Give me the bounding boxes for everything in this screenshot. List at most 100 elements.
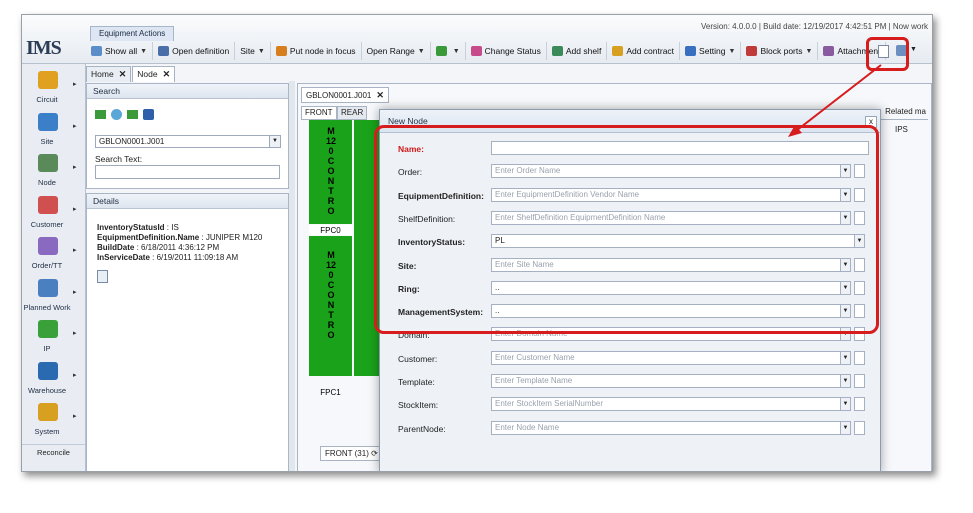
field-input[interactable]: Enter Template Name bbox=[491, 374, 841, 388]
detail-key: EquipmentDefinition.Name bbox=[97, 233, 200, 242]
tab-front-count[interactable]: FRONT (31) ⟳ bbox=[320, 446, 383, 461]
detail-line: InventoryStatusId : IS bbox=[97, 223, 288, 233]
nav-item-order-tt[interactable]: Order/TT ▸ bbox=[22, 234, 85, 275]
chevron-down-icon[interactable]: ▼ bbox=[453, 48, 460, 55]
ribbon-button-add-shelf[interactable]: Add shelf bbox=[547, 42, 608, 60]
fpc1-label: FPC1 bbox=[309, 387, 352, 397]
ribbon-button-setting[interactable]: Setting ▼ bbox=[680, 42, 742, 60]
chevron-down-icon[interactable]: ▼ bbox=[729, 48, 736, 55]
chevron-right-icon: ▸ bbox=[73, 330, 77, 337]
chevron-right-icon: ▸ bbox=[73, 81, 77, 88]
chevron-down-icon[interactable]: ▼ bbox=[840, 397, 851, 412]
nav-item-label: Warehouse bbox=[27, 385, 67, 395]
ribbon-button-show-all[interactable]: Show all ▼ bbox=[86, 42, 154, 60]
tools-dropdown-icon[interactable]: ▼ bbox=[910, 46, 917, 53]
node-search-icon[interactable] bbox=[95, 110, 106, 119]
field-row-stockitem: StockItem: Enter StockItem SerialNumber ▼ bbox=[398, 396, 868, 414]
node-select-value: GBLON0001.J001 bbox=[99, 137, 165, 146]
nav-item-customer[interactable]: Customer ▸ bbox=[22, 193, 85, 234]
lookup-icon[interactable] bbox=[854, 350, 865, 365]
chevron-down-icon[interactable]: ▼ bbox=[418, 48, 425, 55]
rack-slot-2[interactable]: M120CONTRO bbox=[309, 236, 352, 376]
lookup-icon[interactable] bbox=[854, 420, 865, 435]
field-input[interactable]: Enter Customer Name bbox=[491, 350, 841, 365]
ribbon-button-label: Add shelf bbox=[565, 46, 602, 56]
chevron-down-icon[interactable]: ▼ bbox=[258, 48, 265, 55]
nav-item-reconcile[interactable]: Reconcile bbox=[22, 444, 85, 460]
node-icon bbox=[38, 154, 58, 172]
refresh-icon[interactable] bbox=[111, 109, 122, 120]
chevron-down-icon[interactable]: ▼ bbox=[840, 374, 851, 388]
setting-icon bbox=[685, 46, 697, 56]
ips-tab[interactable]: IPS bbox=[895, 125, 908, 134]
tab-node[interactable]: Node ✕ bbox=[132, 66, 176, 82]
ribbon-button-add-contract[interactable]: Add contract bbox=[607, 42, 681, 60]
tab-rear[interactable]: REAR bbox=[337, 106, 368, 120]
fpc0-label: FPC0 bbox=[309, 225, 352, 235]
detail-value: : IS bbox=[164, 223, 179, 232]
ribbon-button-block-ports[interactable]: Block ports ▼ bbox=[741, 42, 819, 60]
field-label: Customer: bbox=[398, 353, 438, 364]
chevron-down-icon[interactable]: ▼ bbox=[840, 350, 851, 365]
rack-slot-1[interactable]: M120CONTRO bbox=[309, 120, 352, 224]
nav-item-label: System bbox=[34, 427, 60, 436]
document-icon[interactable] bbox=[97, 270, 108, 283]
chevron-right-icon: ▸ bbox=[73, 288, 77, 296]
search-panel: Search GBLON0001.J001 ▼ Search Text: bbox=[86, 83, 289, 189]
chevron-right-icon: ▸ bbox=[73, 371, 77, 379]
nav-item-node[interactable]: Node ▸ bbox=[22, 151, 85, 192]
ribbon-button-open-definition[interactable]: Open definition bbox=[153, 42, 236, 60]
highlight-box bbox=[374, 125, 879, 334]
tab-node-view[interactable]: GBLON0001.J001 ✕ bbox=[301, 87, 389, 103]
search-text-label: Search Text: bbox=[95, 154, 143, 164]
add-shelf-icon bbox=[551, 46, 563, 56]
node-select[interactable]: GBLON0001.J001 ▼ bbox=[95, 135, 281, 148]
ribbon-button-change-status[interactable]: Change Status bbox=[466, 42, 547, 60]
binoculars-icon[interactable] bbox=[143, 109, 154, 120]
ribbon-button-label: Add contract bbox=[626, 46, 675, 56]
rack-label: M120CONTRO bbox=[326, 126, 337, 216]
nav-item-site[interactable]: Site ▸ bbox=[22, 110, 85, 151]
chevron-down-icon[interactable]: ▼ bbox=[840, 420, 851, 435]
detail-value: : 6/18/2011 4:36:12 PM bbox=[134, 243, 220, 252]
close-icon[interactable]: ✕ bbox=[163, 69, 171, 79]
nav-item-circuit[interactable]: Circuit ▸ bbox=[22, 68, 85, 109]
arrow-icon[interactable] bbox=[127, 110, 138, 119]
add-contract-icon bbox=[612, 46, 624, 56]
close-icon[interactable]: ✕ bbox=[119, 69, 127, 79]
lookup-icon[interactable] bbox=[854, 374, 865, 388]
refresh-icon[interactable]: ⟳ bbox=[371, 449, 378, 458]
chevron-right-icon: ▸ bbox=[73, 164, 77, 171]
splitter[interactable] bbox=[289, 81, 295, 471]
close-icon[interactable]: ✕ bbox=[376, 90, 384, 100]
ribbon-button-label: Setting bbox=[699, 46, 726, 56]
nav-item-warehouse[interactable]: Warehouse ▸ bbox=[22, 359, 85, 400]
detail-line: InServiceDate : 6/19/2011 11:09:18 AM bbox=[97, 253, 288, 263]
ribbon-button-open-range[interactable]: Open Range ▼ bbox=[362, 42, 431, 60]
nav-item-planned-work[interactable]: Planned Work ▸ bbox=[22, 276, 85, 317]
tab-home[interactable]: Home ✕ bbox=[86, 66, 132, 82]
search-panel-title: Search bbox=[87, 84, 288, 99]
left-nav: Circuit ▸ Site ▸ Node ▸ Customer ▸ Order/TT ▸ Plan… bbox=[22, 64, 86, 471]
nav-item-label: Planned Work bbox=[23, 302, 71, 312]
chevron-down-icon[interactable]: ▼ bbox=[269, 136, 280, 147]
tab-front[interactable]: FRONT bbox=[301, 106, 337, 120]
ribbon-button-label: Open definition bbox=[172, 46, 230, 56]
ribbon-button-cable[interactable]: ▼ bbox=[431, 42, 466, 60]
chevron-down-icon[interactable]: ▼ bbox=[806, 48, 813, 55]
ribbon-button-label: Site bbox=[240, 46, 255, 56]
search-text-input[interactable] bbox=[95, 165, 280, 179]
detail-value: : JUNIPER M120 bbox=[199, 233, 263, 242]
ribbon-button-site[interactable]: Site ▼ bbox=[235, 42, 271, 60]
ribbon-button-put-node-in-focus[interactable]: Put node in focus bbox=[271, 42, 362, 60]
ribbon-button-label: Put node in focus bbox=[289, 46, 356, 56]
field-input[interactable]: Enter Node Name bbox=[491, 420, 841, 435]
field-input[interactable]: Enter StockItem SerialNumber bbox=[491, 397, 841, 412]
ribbon-tab-equipment-actions[interactable]: Equipment Actions bbox=[90, 26, 175, 41]
version-info: Version: 4.0.0.0 | Build date: 12/19/201… bbox=[701, 22, 928, 31]
show-all-icon bbox=[91, 46, 102, 56]
lookup-icon[interactable] bbox=[854, 397, 865, 412]
chevron-down-icon[interactable]: ▼ bbox=[140, 48, 147, 55]
nav-item-ip[interactable]: IP ▸ bbox=[22, 317, 85, 358]
nav-item-system[interactable]: System ▸ bbox=[22, 400, 85, 441]
